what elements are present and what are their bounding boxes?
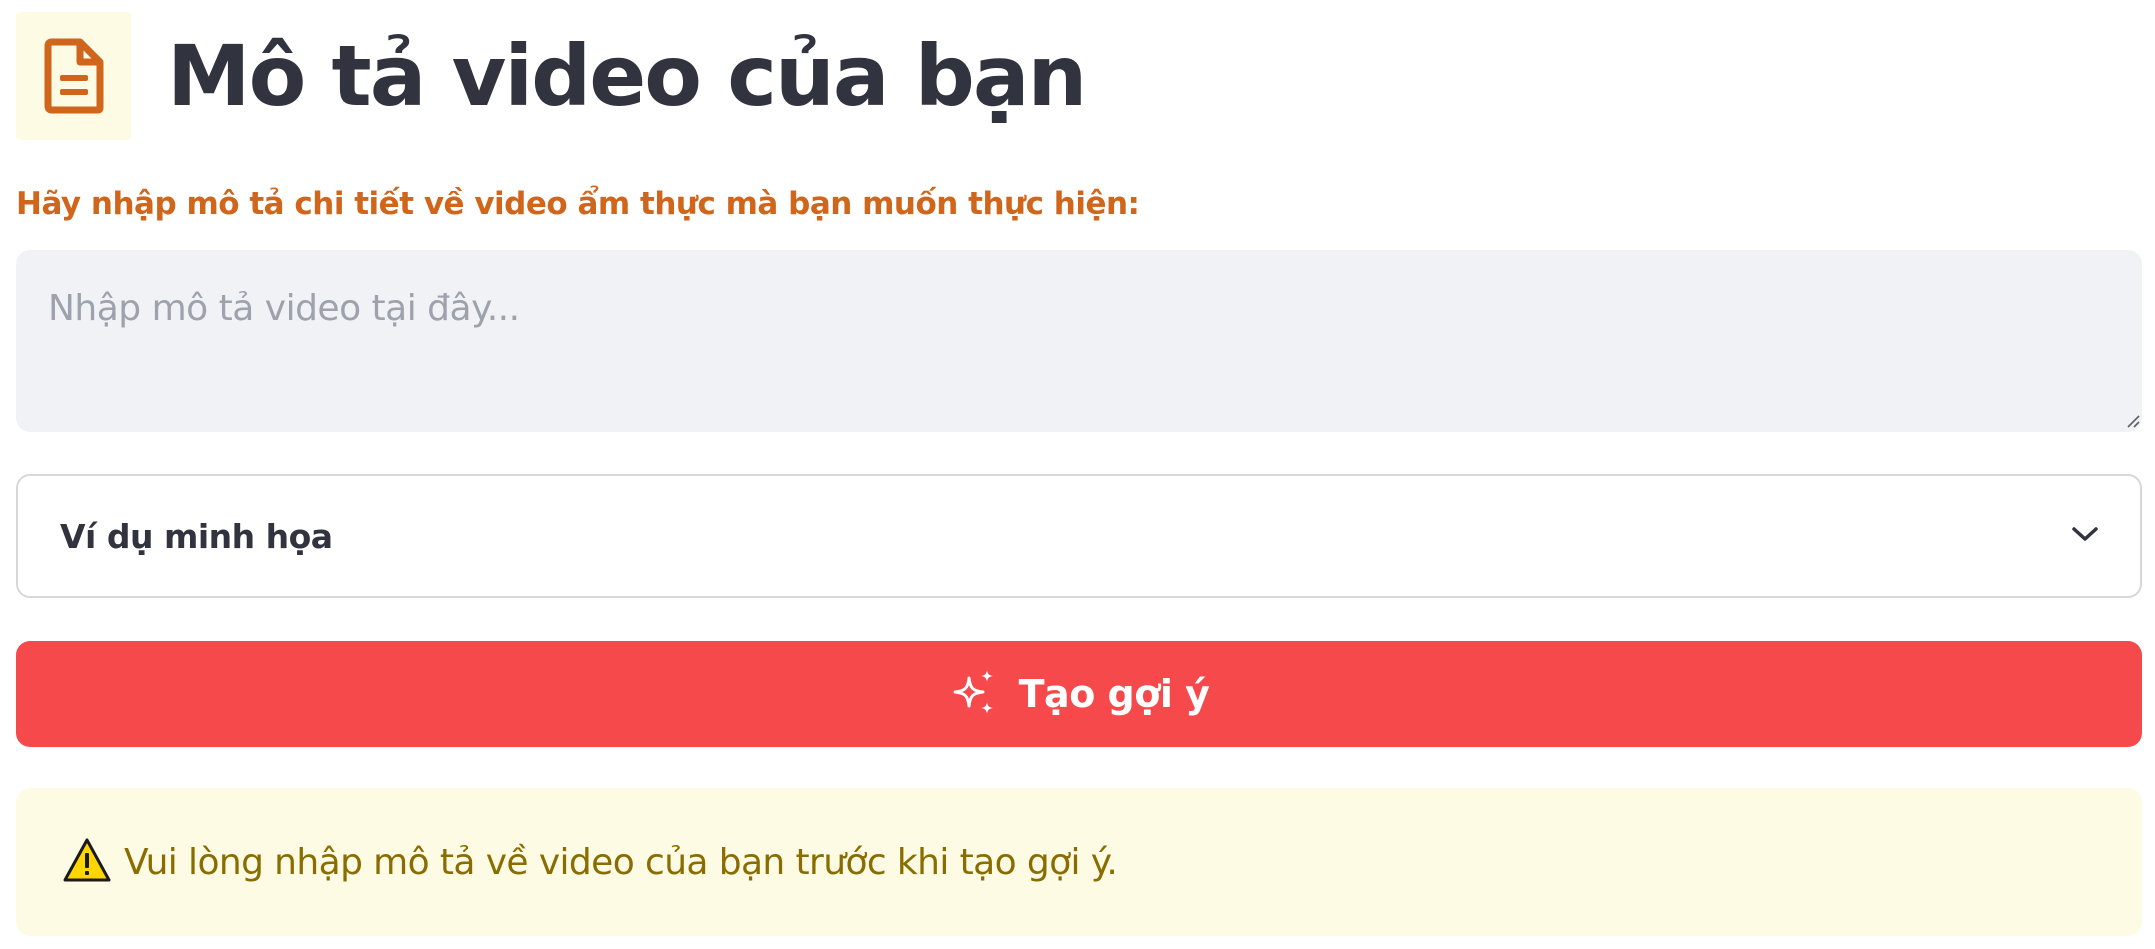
chevron-down-icon bbox=[2070, 524, 2100, 549]
generate-button-label: Tạo gợi ý bbox=[1018, 672, 1210, 716]
examples-expander-label: Ví dụ minh họa bbox=[60, 516, 333, 556]
page-header: Mô tả video của bạn bbox=[16, 12, 1087, 140]
resize-handle[interactable] bbox=[2126, 414, 2140, 428]
video-description-input[interactable] bbox=[16, 250, 2142, 432]
warning-icon bbox=[62, 837, 112, 888]
description-label: Hãy nhập mô tả chi tiết về video ẩm thực… bbox=[16, 186, 1140, 222]
sparkles-icon bbox=[949, 668, 999, 721]
warning-message: Vui lòng nhập mô tả về video của bạn trư… bbox=[124, 841, 1118, 883]
page-title: Mô tả video của bạn bbox=[167, 27, 1087, 125]
document-icon bbox=[16, 12, 131, 140]
examples-expander[interactable]: Ví dụ minh họa bbox=[16, 474, 2142, 598]
generate-suggestions-button[interactable]: Tạo gợi ý bbox=[16, 641, 2142, 747]
warning-alert: Vui lòng nhập mô tả về video của bạn trư… bbox=[16, 788, 2142, 936]
